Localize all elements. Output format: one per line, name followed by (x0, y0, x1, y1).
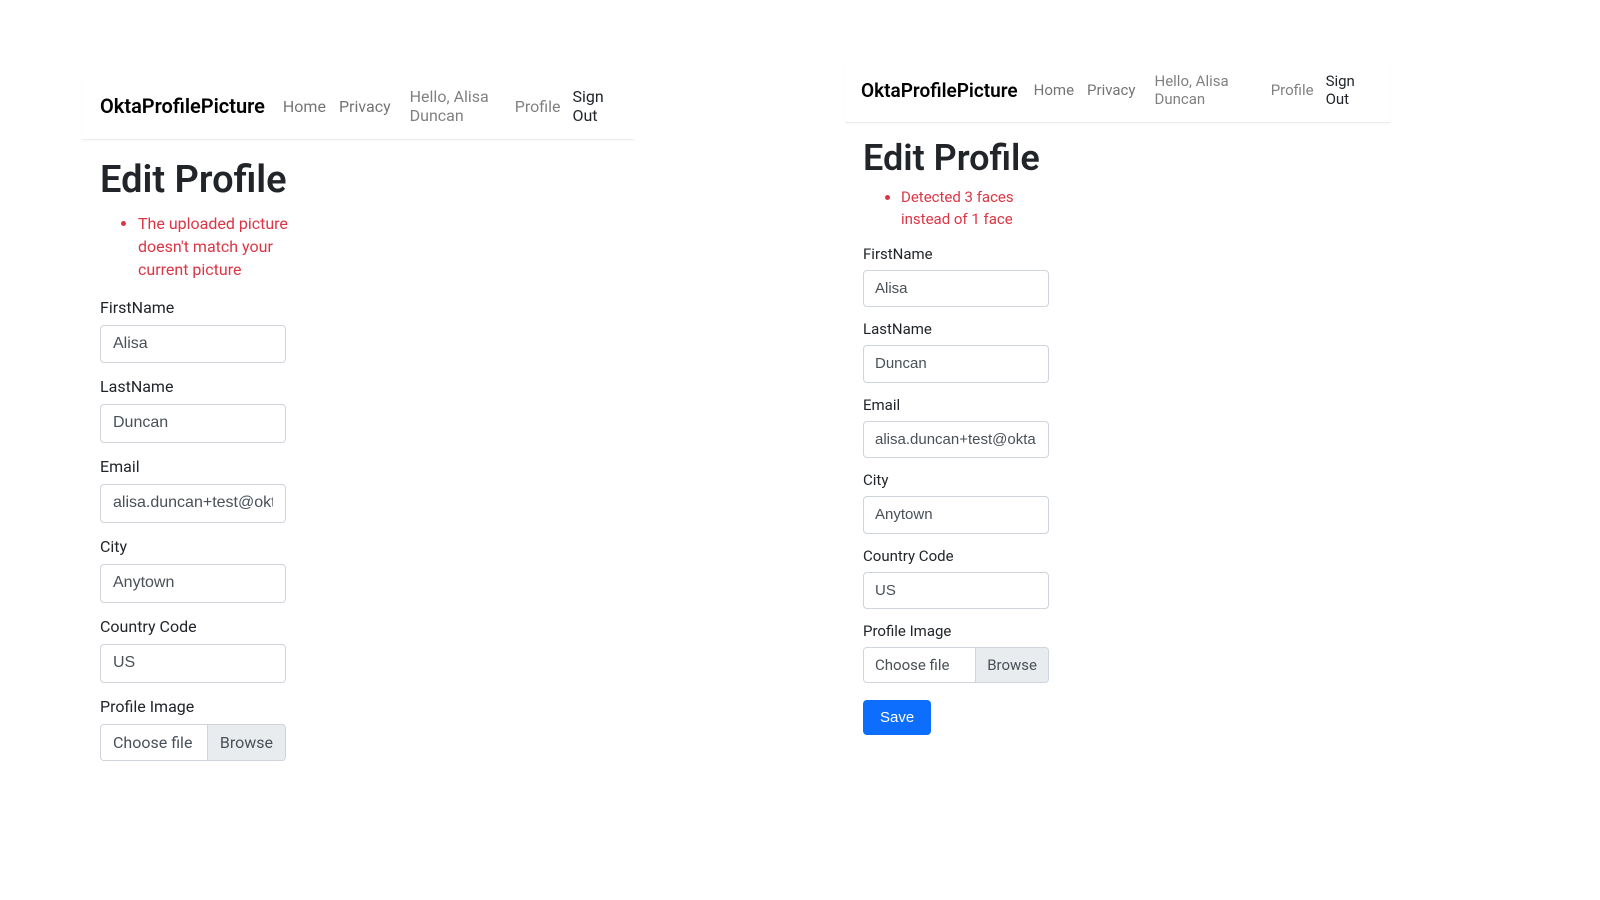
country-input[interactable] (863, 572, 1049, 610)
validation-errors: The uploaded picture doesn't match your … (100, 212, 310, 282)
navbar: OktaProfilePicture Home Privacy Hello, A… (82, 75, 634, 140)
city-label: City (863, 471, 1372, 489)
profileimg-label: Profile Image (100, 697, 616, 716)
country-label: Country Code (100, 617, 616, 636)
city-input[interactable] (863, 496, 1049, 534)
nav-home[interactable]: Home (1034, 81, 1074, 99)
city-label: City (100, 537, 616, 556)
country-input[interactable] (100, 644, 286, 683)
brand-title[interactable]: OktaProfilePicture (861, 79, 1018, 102)
lastname-input[interactable] (100, 404, 286, 443)
email-label: Email (100, 457, 616, 476)
browse-button[interactable]: Browse (207, 725, 285, 760)
error-item: The uploaded picture doesn't match your … (138, 212, 310, 282)
error-item: Detected 3 faces instead of 1 face (901, 187, 1063, 231)
validation-errors: Detected 3 faces instead of 1 face (863, 187, 1063, 231)
profileimg-label: Profile Image (863, 622, 1372, 640)
nav-privacy[interactable]: Privacy (339, 97, 391, 116)
lastname-label: LastName (863, 320, 1372, 338)
firstname-input[interactable] (863, 270, 1049, 308)
nav-privacy[interactable]: Privacy (1087, 81, 1135, 99)
nav-home[interactable]: Home (283, 97, 326, 116)
save-button[interactable]: Save (863, 700, 931, 735)
country-label: Country Code (863, 547, 1372, 565)
email-input[interactable] (863, 421, 1049, 459)
page-title: Edit Profile (863, 137, 1372, 179)
nav-greeting: Hello, Alisa Duncan (1155, 72, 1265, 108)
app-window-right: OktaProfilePicture Home Privacy Hello, A… (845, 60, 1390, 735)
file-input-group[interactable]: Choose file Browse (863, 647, 1049, 683)
nav-profile-link[interactable]: Profile (515, 97, 561, 116)
file-placeholder: Choose file (864, 648, 975, 682)
city-input[interactable] (100, 564, 286, 603)
firstname-label: FirstName (100, 298, 616, 317)
nav-greeting: Hello, Alisa Duncan (410, 87, 509, 125)
firstname-input[interactable] (100, 325, 286, 364)
nav-signout[interactable]: Sign Out (1326, 72, 1374, 108)
email-label: Email (863, 396, 1372, 414)
firstname-label: FirstName (863, 245, 1372, 263)
file-placeholder: Choose file (101, 725, 207, 760)
file-input-group[interactable]: Choose file Browse (100, 724, 286, 761)
lastname-label: LastName (100, 377, 616, 396)
page-title: Edit Profile (100, 158, 616, 202)
nav-signout[interactable]: Sign Out (572, 87, 616, 125)
navbar: OktaProfilePicture Home Privacy Hello, A… (845, 60, 1390, 123)
brand-title[interactable]: OktaProfilePicture (100, 94, 265, 118)
app-window-left: OktaProfilePicture Home Privacy Hello, A… (82, 75, 634, 775)
email-input[interactable] (100, 484, 286, 523)
nav-profile-link[interactable]: Profile (1271, 81, 1314, 99)
lastname-input[interactable] (863, 345, 1049, 383)
browse-button[interactable]: Browse (975, 648, 1048, 682)
